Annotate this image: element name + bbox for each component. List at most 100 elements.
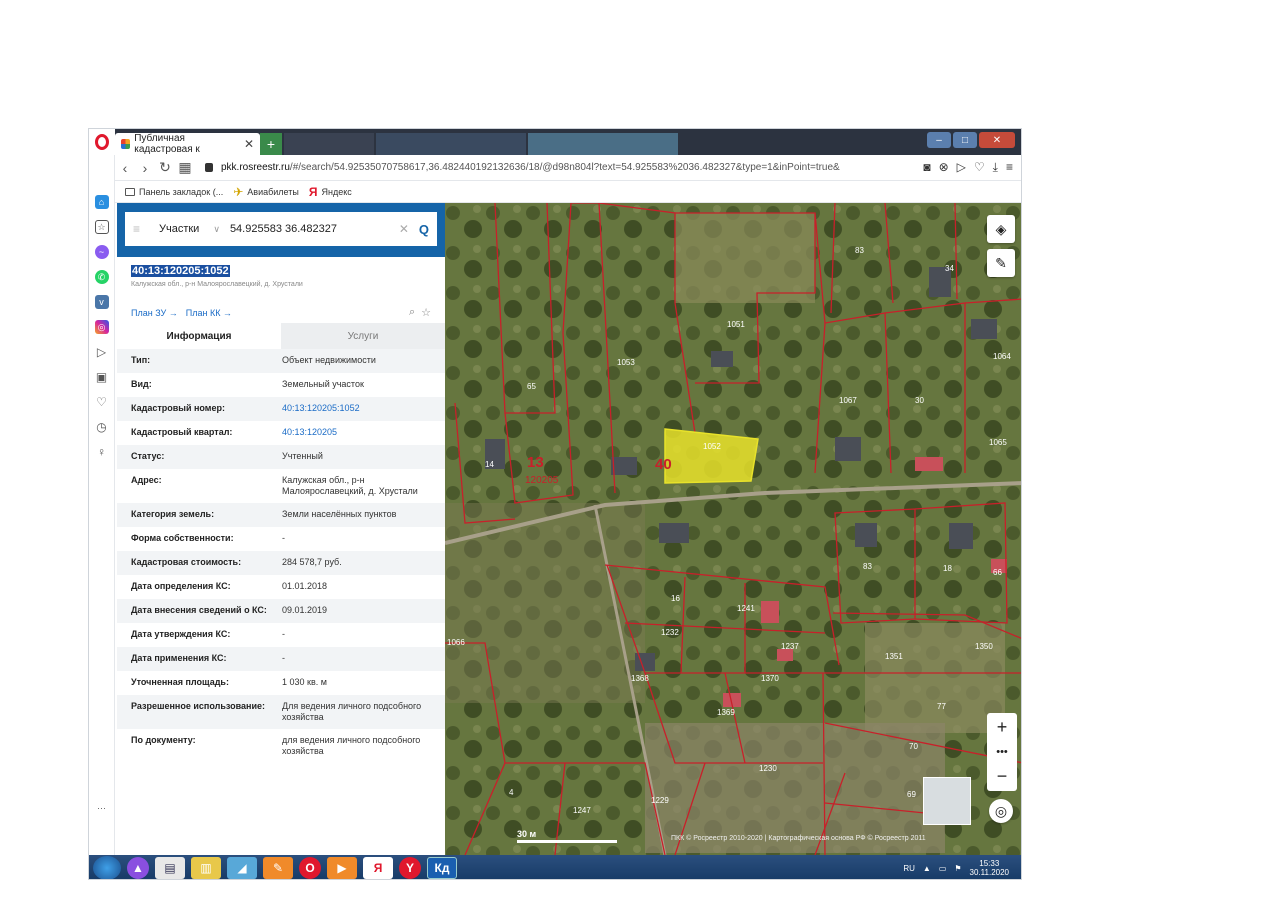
adblock-icon[interactable]: ⊗ [939, 160, 949, 175]
language-indicator[interactable]: RU [903, 864, 915, 873]
bookmark-aviabilety[interactable]: ✈ Авиабилеты [233, 185, 299, 199]
browser-tab[interactable] [376, 133, 526, 155]
snapshot-icon[interactable]: ▣ [94, 370, 109, 384]
send-icon[interactable]: ▷ [957, 160, 966, 175]
home-icon[interactable]: ⌂ [94, 195, 109, 209]
media-player-icon[interactable]: ▶ [327, 857, 357, 879]
tab-services[interactable]: Услуги [281, 323, 445, 349]
parcel-label: 1368 [631, 674, 649, 683]
info-row-value: Земельный участок [282, 379, 364, 389]
vk-icon[interactable]: v [94, 295, 109, 309]
close-tab-icon[interactable]: ✕ [244, 137, 254, 151]
flag-icon[interactable]: ⚑ [954, 864, 961, 873]
info-row-value[interactable]: 40:13:120205:1052 [282, 403, 431, 415]
download-icon[interactable]: ⤓ [993, 160, 998, 175]
parcel-label: 1232 [661, 628, 679, 637]
layers-icon[interactable]: ◈ [987, 215, 1015, 243]
info-row-key: Тип: [131, 355, 151, 365]
messenger-icon[interactable]: ~ [94, 245, 109, 259]
map-canvas[interactable]: 83 34 1051 1053 65 1064 1067 30 1052 40 13 120205 14… [445, 203, 1022, 855]
close-window-button[interactable]: ✕ [979, 132, 1015, 148]
info-row: Дата применения КС: - [117, 647, 445, 671]
zoom-out-button[interactable]: − [997, 766, 1008, 787]
clear-icon[interactable]: ✕ [399, 222, 409, 236]
yandex-browser-icon[interactable]: Y [399, 857, 421, 879]
window-controls: – □ ✕ [925, 132, 1015, 152]
satellite-map[interactable]: 83 34 1051 1053 65 1064 1067 30 1052 40 13 120205 14… [445, 203, 1022, 855]
menu-icon[interactable]: ≡ [133, 222, 145, 236]
plane-icon: ✈ [233, 184, 244, 199]
instagram-icon[interactable]: ◎ [94, 320, 109, 334]
tray-arrow-icon[interactable]: ▲ [923, 864, 931, 873]
new-tab-button[interactable]: + [260, 133, 282, 155]
windows-taskbar: ▲ ▤ ▥ ◢ ✎ O ▶ Я Y Кд RU ▲ ▭ ⚑ 15:33 30.1… [89, 855, 1021, 879]
minimize-button[interactable]: – [927, 132, 951, 148]
parcel-address-subtitle: Калужская обл., р-н Малоярославецкий, д.… [131, 281, 303, 288]
maximize-button[interactable]: □ [953, 132, 977, 148]
yandex-icon[interactable]: Я [363, 857, 393, 879]
chevron-down-icon[interactable]: ∨ [213, 224, 220, 235]
taskbar-app-icon[interactable]: ▤ [155, 857, 185, 879]
zoom-to-object-icon[interactable]: ⌕ [409, 306, 415, 319]
zoom-in-button[interactable]: + [997, 717, 1008, 738]
parcel-label: 1229 [651, 796, 669, 805]
folder-icon[interactable]: ▥ [191, 857, 221, 879]
favorite-star-icon[interactable]: ☆ [421, 306, 431, 319]
parcel-label: 1350 [975, 642, 993, 651]
info-row-value: Объект недвижимости [282, 355, 376, 365]
clock[interactable]: 15:33 30.11.2020 [970, 859, 1009, 877]
parcel-label: 1065 [989, 438, 1007, 447]
tab-info[interactable]: Информация [117, 323, 281, 349]
browser-tab-active[interactable]: Публичная кадастровая к ✕ [115, 133, 260, 155]
pin-icon[interactable]: ♀ [94, 445, 109, 459]
minimap[interactable] [923, 777, 971, 825]
bookmark-panel[interactable]: Панель закладок (... [125, 187, 223, 197]
heart-icon[interactable]: ♡ [94, 395, 109, 409]
bookmark-label: Панель закладок (... [139, 186, 224, 197]
plan-kk-link[interactable]: План КК → [186, 308, 232, 318]
speed-dial-icon[interactable]: ▦ [175, 159, 195, 176]
info-row-value: 284 578,7 руб. [282, 557, 342, 567]
reload-icon[interactable]: ↻ [155, 159, 175, 176]
back-icon[interactable]: ‹ [115, 160, 135, 176]
star-icon[interactable]: ☆ [94, 220, 109, 234]
info-row: Кадастровая стоимость: 284 578,7 руб. [117, 551, 445, 575]
whatsapp-icon[interactable]: ✆ [94, 270, 109, 284]
browser-tab[interactable] [528, 133, 678, 155]
compass-icon[interactable]: ◎ [989, 799, 1013, 823]
taskbar-app-icon[interactable]: Кд [427, 857, 457, 879]
search-input[interactable] [229, 223, 380, 235]
taskbar-app-icon[interactable]: ✎ [263, 857, 293, 879]
start-button[interactable] [93, 856, 121, 879]
parcel-label: 30 [915, 396, 924, 405]
scale-bar: 30 м [517, 829, 617, 843]
search-type-select[interactable]: Участки [159, 223, 199, 235]
history-icon[interactable]: ◷ [94, 420, 109, 434]
info-row: Разрешенное использование: Для ведения ли… [117, 695, 445, 729]
search-icon[interactable]: Q [419, 222, 429, 237]
more-icon[interactable]: ··· [94, 801, 109, 815]
ruler-icon[interactable]: ✎ [987, 249, 1015, 277]
taskbar-app-icon[interactable]: ◢ [227, 857, 257, 879]
system-tray: RU ▲ ▭ ⚑ 15:33 30.11.2020 [903, 859, 1021, 877]
heart-icon[interactable]: ♡ [974, 160, 985, 175]
opera-icon[interactable]: O [299, 857, 321, 879]
info-row-value[interactable]: 40:13:120205 [282, 427, 431, 439]
info-row-key: Кадастровая стоимость: [131, 557, 242, 567]
url-field[interactable]: pkk.rosreestr.ru/#/search/54.92535070758… [221, 162, 861, 173]
clock-time: 15:33 [979, 859, 1000, 868]
plan-zu-link[interactable]: План ЗУ → [131, 308, 178, 318]
parcel-label: 40 [655, 456, 672, 473]
camera-icon[interactable]: ◙ [923, 160, 930, 175]
taskbar-app-icon[interactable]: ▲ [127, 857, 149, 879]
info-row-value: для ведения личного подсобного хозяйства [282, 735, 421, 756]
highlighted-parcel[interactable] [664, 428, 759, 484]
bookmark-yandex[interactable]: Я Яндекс [309, 185, 352, 199]
network-icon[interactable]: ▭ [939, 864, 947, 873]
send-icon[interactable]: ▷ [94, 345, 109, 359]
opera-logo-icon[interactable] [89, 129, 115, 155]
menu-icon[interactable]: ≡ [1006, 160, 1013, 175]
more-tools-button[interactable]: ••• [996, 746, 1008, 758]
forward-icon[interactable]: › [135, 160, 155, 176]
browser-tab[interactable] [284, 133, 374, 155]
